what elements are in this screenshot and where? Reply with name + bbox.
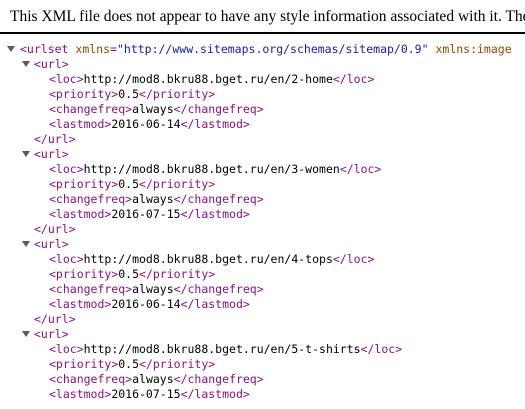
- priority-close-tag: </priority>: [139, 87, 216, 101]
- priority-value: 0.5: [118, 87, 140, 101]
- lastmod-close-tag: </lastmod>: [180, 387, 250, 401]
- changefreq-open-tag: <changefreq>: [49, 102, 133, 116]
- changefreq-line: <changefreq>always</changefreq>: [0, 192, 525, 207]
- url-close-line: </url>: [0, 132, 525, 147]
- lastmod-open-tag: <lastmod>: [49, 297, 112, 311]
- xmlns-attr-name: xmlns: [75, 42, 111, 56]
- lastmod-value: 2016-06-14: [111, 117, 181, 131]
- changefreq-value: always: [132, 192, 174, 206]
- lastmod-line: <lastmod>2016-06-14</lastmod>: [0, 297, 525, 312]
- url-open-tag: <url>: [34, 237, 69, 251]
- collapse-triangle-icon[interactable]: [22, 241, 30, 247]
- loc-line: <loc>http://mod8.bkru88.bget.ru/en/2-hom…: [0, 72, 525, 87]
- priority-open-tag: <priority>: [49, 87, 119, 101]
- loc-value: http://mod8.bkru88.bget.ru/en/4-tops: [83, 252, 333, 266]
- lastmod-value: 2016-07-15: [111, 387, 181, 401]
- loc-open-tag: <loc>: [49, 162, 84, 176]
- url-close-line: </url>: [0, 312, 525, 327]
- changefreq-open-tag: <changefreq>: [49, 192, 133, 206]
- url-open-tag: <url>: [34, 327, 69, 341]
- loc-close-tag: </loc>: [332, 252, 375, 266]
- changefreq-close-tag: </changefreq>: [173, 372, 264, 386]
- changefreq-value: always: [132, 282, 174, 296]
- priority-line: <priority>0.5</priority>: [0, 177, 525, 192]
- collapse-triangle-icon[interactable]: [22, 331, 30, 337]
- url-open-line: <url>: [0, 147, 525, 162]
- url-open-line: <url>: [0, 57, 525, 72]
- url-close-line: </url>: [0, 222, 525, 237]
- xmlns-image-attr-name: xmlns:image: [435, 42, 512, 56]
- xml-viewer-page: This XML file does not appear to have an…: [0, 0, 525, 409]
- loc-open-tag: <loc>: [49, 72, 84, 86]
- changefreq-value: always: [132, 102, 174, 116]
- lastmod-value: 2016-07-15: [111, 207, 181, 221]
- changefreq-value: always: [132, 372, 174, 386]
- xmlns-attr-value: "http://www.sitemaps.org/schemas/sitemap…: [116, 42, 429, 56]
- priority-line: <priority>0.5</priority>: [0, 87, 525, 102]
- priority-open-tag: <priority>: [49, 267, 119, 281]
- lastmod-open-tag: <lastmod>: [49, 117, 112, 131]
- lastmod-close-tag: </lastmod>: [180, 207, 250, 221]
- changefreq-close-tag: </changefreq>: [173, 282, 264, 296]
- url-open-tag: <url>: [34, 147, 69, 161]
- loc-close-tag: </loc>: [332, 72, 375, 86]
- url-close-tag: </url>: [34, 222, 76, 236]
- priority-open-tag: <priority>: [49, 177, 119, 191]
- collapse-triangle-icon[interactable]: [7, 46, 15, 52]
- attr-equals: =: [110, 42, 117, 56]
- lastmod-close-tag: </lastmod>: [180, 117, 250, 131]
- changefreq-close-tag: </changefreq>: [173, 102, 264, 116]
- no-style-header: This XML file does not appear to have an…: [0, 0, 525, 34]
- urlset-line: <urlset xmlns="http://www.sitemaps.org/s…: [0, 42, 525, 57]
- priority-close-tag: </priority>: [139, 267, 216, 281]
- loc-line: <loc>http://mod8.bkru88.bget.ru/en/5-t-s…: [0, 342, 525, 357]
- changefreq-line: <changefreq>always</changefreq>: [0, 372, 525, 387]
- url-open-line: <url>: [0, 327, 525, 342]
- priority-close-tag: </priority>: [139, 357, 216, 371]
- lastmod-value: 2016-06-14: [111, 297, 181, 311]
- lastmod-close-tag: </lastmod>: [180, 297, 250, 311]
- lastmod-line: <lastmod>2016-06-14</lastmod>: [0, 117, 525, 132]
- no-style-notice: This XML file does not appear to have an…: [10, 8, 525, 25]
- loc-line: <loc>http://mod8.bkru88.bget.ru/en/4-top…: [0, 252, 525, 267]
- lastmod-line: <lastmod>2016-07-15</lastmod>: [0, 387, 525, 402]
- changefreq-close-tag: </changefreq>: [173, 192, 264, 206]
- loc-line: <loc>http://mod8.bkru88.bget.ru/en/3-wom…: [0, 162, 525, 177]
- priority-value: 0.5: [118, 177, 140, 191]
- loc-open-tag: <loc>: [49, 342, 84, 356]
- priority-close-tag: </priority>: [139, 177, 216, 191]
- urlset-open-tag: <urlset xmlns="http://www.sitemaps.org/s…: [20, 42, 512, 57]
- changefreq-line: <changefreq>always</changefreq>: [0, 102, 525, 117]
- url-open-line: <url>: [0, 237, 525, 252]
- document-tree: <urlset xmlns="http://www.sitemaps.org/s…: [0, 42, 525, 402]
- lastmod-line: <lastmod>2016-07-15</lastmod>: [0, 207, 525, 222]
- priority-open-tag: <priority>: [49, 357, 119, 371]
- lastmod-open-tag: <lastmod>: [49, 387, 112, 401]
- url-close-tag: </url>: [34, 312, 76, 326]
- collapse-triangle-icon[interactable]: [22, 61, 30, 67]
- collapse-triangle-icon[interactable]: [22, 151, 30, 157]
- loc-value: http://mod8.bkru88.bget.ru/en/2-home: [83, 72, 333, 86]
- loc-value: http://mod8.bkru88.bget.ru/en/5-t-shirts: [83, 342, 361, 356]
- loc-value: http://mod8.bkru88.bget.ru/en/3-women: [83, 162, 340, 176]
- priority-line: <priority>0.5</priority>: [0, 357, 525, 372]
- priority-value: 0.5: [118, 267, 140, 281]
- url-close-tag: </url>: [34, 132, 76, 146]
- changefreq-open-tag: <changefreq>: [49, 372, 133, 386]
- priority-line: <priority>0.5</priority>: [0, 267, 525, 282]
- lastmod-open-tag: <lastmod>: [49, 207, 112, 221]
- priority-value: 0.5: [118, 357, 140, 371]
- changefreq-line: <changefreq>always</changefreq>: [0, 282, 525, 297]
- url-open-tag: <url>: [34, 57, 69, 71]
- urlset-tag-name: <urlset: [20, 42, 69, 56]
- loc-close-tag: </loc>: [339, 162, 382, 176]
- changefreq-open-tag: <changefreq>: [49, 282, 133, 296]
- loc-open-tag: <loc>: [49, 252, 84, 266]
- loc-close-tag: </loc>: [360, 342, 403, 356]
